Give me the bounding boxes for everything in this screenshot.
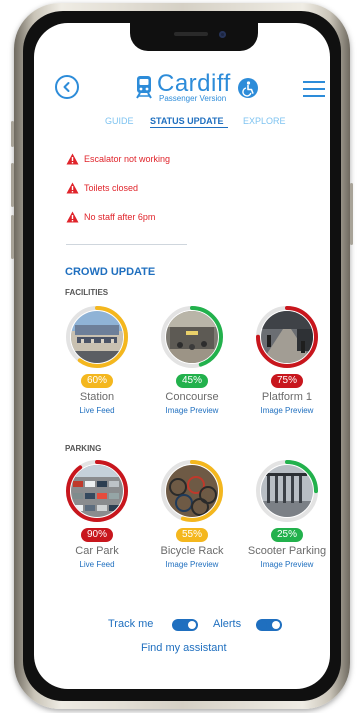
crowd-percent-badge: 90% <box>81 528 113 542</box>
platform-photo[interactable] <box>261 311 313 363</box>
parking-name: Bicycle Rack <box>160 545 224 557</box>
car-park-photo[interactable] <box>71 465 123 517</box>
divider <box>66 244 187 245</box>
track-me-label: Track me <box>108 618 154 630</box>
alerts-toggle[interactable] <box>256 619 282 631</box>
tab-status-update[interactable]: STATUS UPDATE <box>150 116 224 126</box>
parking-name: Car Park <box>75 545 119 557</box>
image-preview-link[interactable]: Image Preview <box>242 560 332 569</box>
volume-down-button <box>11 215 14 259</box>
alerts-label: Alerts <box>213 618 242 630</box>
back-arrow-icon <box>63 82 70 92</box>
power-button <box>350 183 353 245</box>
tab-guide[interactable]: GUIDE <box>105 116 134 126</box>
alert-text: Toilets closed <box>84 183 139 193</box>
back-button[interactable] <box>55 75 79 99</box>
crowd-percent-badge: 45% <box>176 374 208 388</box>
front-camera <box>219 31 226 38</box>
parking-label: PARKING <box>65 444 102 453</box>
image-preview-link[interactable]: Image Preview <box>147 406 237 415</box>
active-tab-underline <box>150 127 228 128</box>
track-me-toggle[interactable] <box>172 619 198 631</box>
station-photo[interactable] <box>71 311 123 363</box>
facility-name: Platform 1 <box>261 391 313 403</box>
wheelchair-icon <box>242 81 254 97</box>
warning-icon <box>66 153 79 165</box>
facility-name: Station <box>79 391 115 403</box>
warning-icon <box>66 182 79 194</box>
bicycle-rack-photo[interactable] <box>166 465 218 517</box>
accessibility-button[interactable] <box>238 78 258 98</box>
alert-text: No staff after 6pm <box>84 212 156 222</box>
find-assistant-link[interactable]: Find my assistant <box>141 642 227 654</box>
crowd-percent-badge: 75% <box>271 374 303 388</box>
image-preview-link[interactable]: Image Preview <box>147 560 237 569</box>
train-icon <box>136 76 152 99</box>
parking-name: Scooter Parking <box>247 545 327 557</box>
crowd-percent-badge: 55% <box>176 528 208 542</box>
crowd-percent-badge: 25% <box>271 528 303 542</box>
crowd-update-title: CROWD UPDATE <box>65 266 156 278</box>
hamburger-menu-icon[interactable] <box>303 81 325 102</box>
app-subtitle: Passenger Version <box>159 94 227 103</box>
scooter-parking-photo[interactable] <box>261 465 313 517</box>
facilities-label: FACILITIES <box>65 288 109 297</box>
volume-up-button <box>11 163 14 207</box>
facility-name: Concourse <box>165 391 219 403</box>
crowd-percent-badge: 60% <box>81 374 113 388</box>
concourse-photo[interactable] <box>166 311 218 363</box>
live-feed-link[interactable]: Live Feed <box>52 406 142 415</box>
tab-explore[interactable]: EXPLORE <box>243 116 286 126</box>
alert-text: Escalator not working <box>84 154 171 164</box>
image-preview-link[interactable]: Image Preview <box>242 406 332 415</box>
live-feed-link[interactable]: Live Feed <box>52 560 142 569</box>
warning-icon <box>66 211 79 223</box>
speaker <box>174 32 208 36</box>
notch <box>130 23 258 51</box>
mute-switch <box>11 121 14 147</box>
